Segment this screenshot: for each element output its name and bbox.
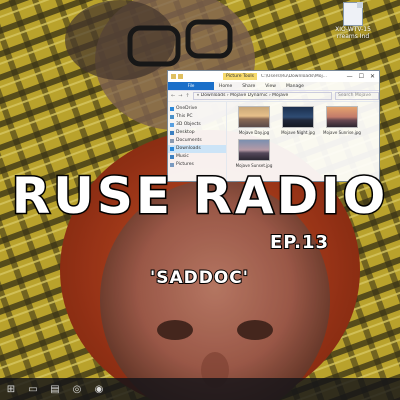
image-thumbnail-icon: [282, 106, 314, 128]
nav-item-downloads[interactable]: Downloads: [168, 145, 226, 153]
nav-item-label: Desktop: [176, 130, 195, 135]
tab-home[interactable]: Home: [214, 84, 237, 89]
onedrive-icon: [170, 107, 174, 111]
search-input[interactable]: Search Mojave: [335, 92, 379, 100]
nav-item-label: 3D Objects: [176, 122, 201, 127]
quick-access-toolbar[interactable]: [168, 74, 183, 79]
tab-file[interactable]: File: [168, 82, 214, 90]
tab-manage[interactable]: Manage: [281, 84, 309, 89]
image-thumbnail-icon: [238, 106, 270, 128]
nav-item-this-pc[interactable]: This PC: [168, 113, 226, 121]
address-row: ← → ↑ « Downloads › Mojave Dynamic › Moj…: [168, 91, 379, 102]
back-arrow-icon[interactable]: ←: [171, 93, 175, 99]
episode-label: EP.13: [269, 231, 330, 254]
window-titlebar[interactable]: Picture Tools C:\Users\Ru\Downloads\Moj.…: [168, 71, 379, 82]
file-name: Mojave Day.jpg: [238, 130, 270, 135]
nav-item-label: Downloads: [176, 146, 201, 151]
tab-share[interactable]: Share: [237, 84, 260, 89]
nav-item-onedrive[interactable]: OneDrive: [168, 105, 226, 113]
file-name: Mojave Night.jpg: [281, 130, 315, 135]
task-view-icon[interactable]: ▭: [26, 382, 40, 396]
downloads-icon: [170, 147, 174, 151]
this-pc-icon: [170, 115, 174, 119]
file-item[interactable]: Mojave Night.jpg: [279, 106, 317, 135]
folder-icon: [178, 74, 183, 79]
file-item[interactable]: Mojave Sunrise.jpg: [323, 106, 361, 135]
nav-item-music[interactable]: Music: [168, 153, 226, 161]
document-icon: [343, 2, 363, 26]
nav-item-label: Documents: [176, 138, 202, 143]
up-arrow-icon[interactable]: ↑: [185, 93, 189, 99]
nav-item-label: Music: [176, 154, 189, 159]
image-thumbnail-icon: [238, 139, 270, 161]
maximize-button[interactable]: ☐: [359, 73, 364, 80]
picture-tools-tab[interactable]: Picture Tools: [223, 73, 257, 80]
start-icon[interactable]: ⊞: [4, 382, 18, 396]
nav-item-3d-objects[interactable]: 3D Objects: [168, 121, 226, 129]
settings-icon[interactable]: ◎: [70, 382, 84, 396]
file-item[interactable]: Mojave Sunset.jpg: [235, 139, 273, 168]
nav-item-desktop[interactable]: Desktop: [168, 129, 226, 137]
tab-view[interactable]: View: [260, 84, 281, 89]
documents-icon: [170, 139, 174, 143]
desktop-icon-label-2: rreams Ind: [336, 33, 370, 40]
ribbon-tabs: File Home Share View Manage: [168, 82, 379, 91]
nav-item-documents[interactable]: Documents: [168, 137, 226, 145]
file-name: Mojave Sunrise.jpg: [323, 130, 361, 135]
music-icon: [170, 155, 174, 159]
episode-subtitle: 'SADDOC': [149, 267, 249, 289]
folder-icon: [171, 74, 176, 79]
nav-item-label: OneDrive: [176, 106, 198, 111]
forward-arrow-icon[interactable]: →: [178, 93, 182, 99]
file-explorer-icon[interactable]: ▤: [48, 382, 62, 396]
desktop-icon: [170, 131, 174, 135]
nav-item-label: This PC: [176, 114, 193, 119]
desktop-icon-label-1: XIO-WTV-15: [335, 26, 371, 33]
chrome-icon[interactable]: ◉: [92, 382, 106, 396]
image-thumbnail-icon: [326, 106, 358, 128]
minimize-button[interactable]: —: [347, 73, 353, 80]
taskbar: ⊞ ▭ ▤ ◎ ◉: [0, 378, 400, 400]
window-title: C:\Users\Ru\Downloads\Moj...: [261, 74, 327, 79]
address-bar[interactable]: « Downloads › Mojave Dynamic › Mojave: [192, 92, 332, 100]
file-item[interactable]: Mojave Day.jpg: [235, 106, 273, 135]
3d-objects-icon: [170, 123, 174, 127]
show-title: RUSE RADIO: [10, 166, 389, 227]
close-button[interactable]: ✕: [370, 73, 375, 80]
desktop-file-icon[interactable]: XIO-WTV-15 rreams Ind: [330, 2, 376, 50]
